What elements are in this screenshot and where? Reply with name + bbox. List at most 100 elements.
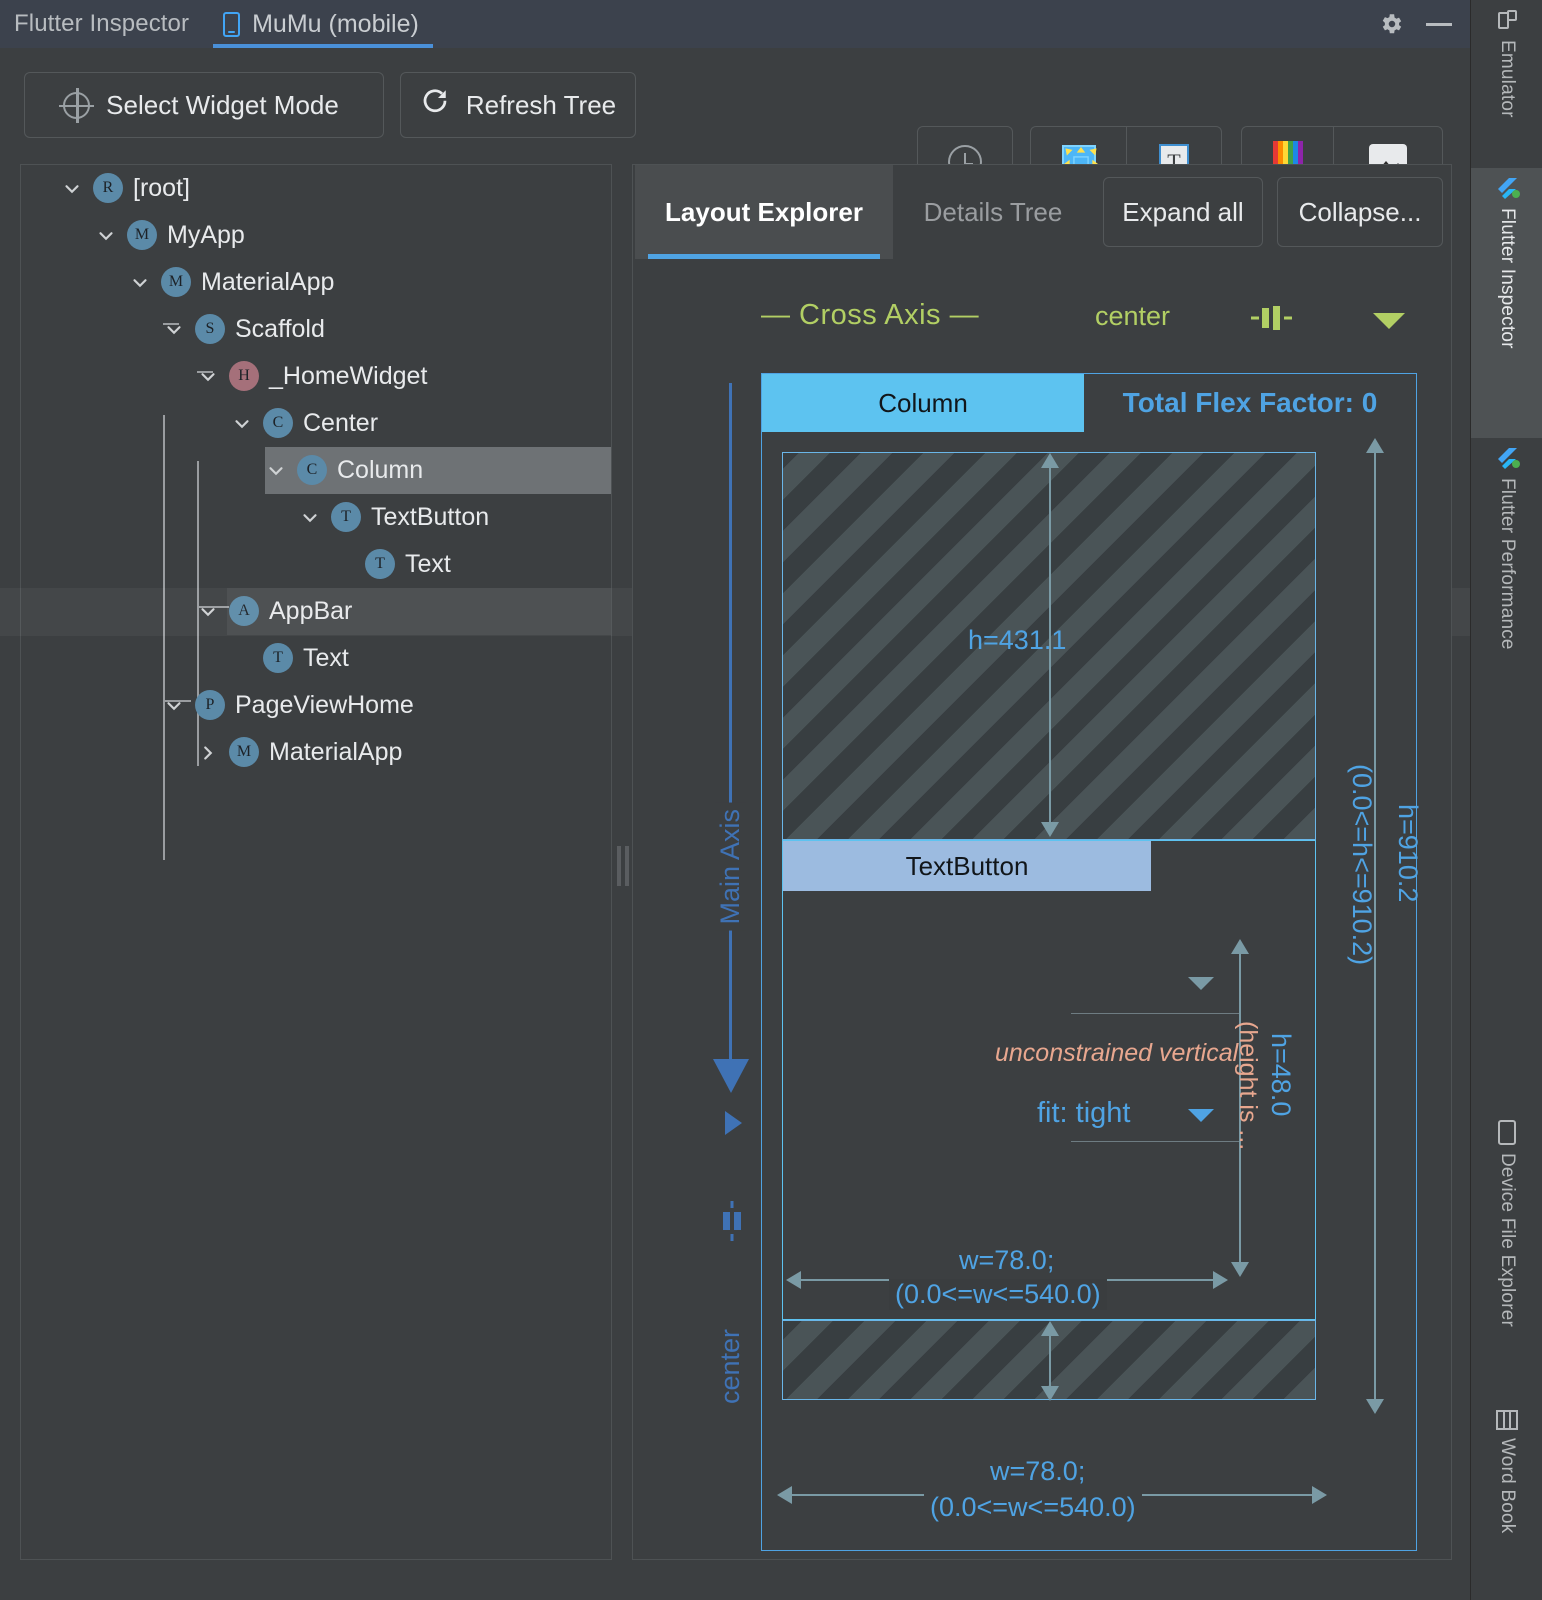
- tree-node-text[interactable]: T Text: [21, 541, 611, 588]
- tree-node-scaffold[interactable]: S Scaffold: [21, 306, 611, 353]
- cross-axis-title: — Cross Axis —: [761, 299, 980, 331]
- flutter-icon: [1494, 448, 1520, 470]
- toolstrip-item-emulator[interactable]: Emulator: [1471, 0, 1542, 168]
- tree-node-label: [root]: [133, 174, 190, 202]
- column-widget-box[interactable]: Column Total Flex Factor: 0 h=431.1 Text…: [761, 373, 1423, 1551]
- tree-node-materialapp[interactable]: M MaterialApp: [21, 259, 611, 306]
- tab-underline: [648, 254, 880, 259]
- tree-node-badge: T: [263, 643, 293, 673]
- main-axis-line: [729, 383, 732, 1063]
- explorer-tabs: Layout Explorer Details Tree Expand all …: [633, 165, 1451, 259]
- tree-node-pageviewhome[interactable]: P PageViewHome: [21, 682, 611, 729]
- tab-layout-explorer-label: Layout Explorer: [665, 196, 863, 227]
- chevron-down-icon[interactable]: [129, 272, 151, 294]
- collapse-all-label: Collapse...: [1298, 196, 1422, 227]
- spacer-bottom-height-arrow: [1041, 1321, 1059, 1401]
- fit-selector-value[interactable]: fit: tight: [1037, 1097, 1131, 1130]
- collapse-all-button[interactable]: Collapse...: [1277, 177, 1443, 247]
- tree-node-label: Center: [303, 409, 379, 437]
- textbutton-child-box[interactable]: TextButton unconstrained vertical fit: t…: [782, 840, 1316, 1320]
- target-icon: [59, 87, 95, 123]
- widget-tree-panel[interactable]: R [root] M MyApp M MaterialApp S Scaffold H _Home…: [20, 164, 612, 1560]
- cross-axis-header: — Cross Axis — center: [633, 291, 1451, 351]
- tree-node-label: AppBar: [269, 597, 353, 625]
- tree-node-badge: S: [195, 314, 225, 344]
- tree-node-textbutton[interactable]: T TextButton: [21, 494, 611, 541]
- tab-layout-explorer[interactable]: Layout Explorer: [635, 165, 893, 259]
- select-widget-mode-button[interactable]: Select Widget Mode: [24, 72, 384, 138]
- column-width-constraint: (0.0<=w<=540.0): [924, 1492, 1142, 1523]
- device-tab-mumu[interactable]: MuMu (mobile): [213, 0, 433, 48]
- panel-splitter-handle[interactable]: [614, 846, 630, 886]
- tree-node-column[interactable]: C Column: [265, 447, 611, 494]
- main-axis-rail: Main Axis center: [691, 383, 771, 1513]
- chevron-down-icon[interactable]: [299, 507, 321, 529]
- chevron-down-icon[interactable]: [61, 178, 83, 200]
- chevron-down-icon[interactable]: [197, 601, 219, 623]
- fit-chevron-down-icon[interactable]: [1188, 1109, 1214, 1122]
- main-axis-label: Main Axis: [715, 803, 746, 931]
- tree-node-label: PageViewHome: [235, 691, 414, 719]
- tree-node-materialapp[interactable]: M MaterialApp: [21, 729, 611, 776]
- tree-node-homewidget[interactable]: H _HomeWidget: [21, 353, 611, 400]
- column-header: Column Total Flex Factor: 0: [762, 374, 1416, 432]
- gear-icon[interactable]: [1378, 11, 1404, 37]
- textbutton-height-constraint: (height is ...: [1234, 1021, 1262, 1151]
- titlebar: Flutter Inspector MuMu (mobile): [0, 0, 1470, 48]
- app-title: Flutter Inspector: [14, 10, 190, 37]
- textbutton-width-label: w=78.0;: [959, 1245, 1055, 1275]
- tree-node-badge: T: [331, 502, 361, 532]
- column-child-spacer-bottom: [782, 1320, 1316, 1401]
- toolstrip-item-device-file-explorer[interactable]: Device File Explorer: [1471, 1110, 1542, 1370]
- tree-node-badge: M: [229, 737, 259, 767]
- tree-node-label: Scaffold: [235, 315, 325, 343]
- refresh-tree-button[interactable]: Refresh Tree: [400, 72, 636, 138]
- expand-all-label: Expand all: [1122, 196, 1244, 227]
- tree-node-text[interactable]: T Text: [21, 635, 611, 682]
- inspector-toolbar: Select Widget Mode Refresh Tree T: [0, 48, 1470, 198]
- unconstrained-vertical-note: unconstrained vertical: [995, 1039, 1239, 1067]
- tree-node-label: TextButton: [371, 503, 490, 531]
- column-height-label: h=910.2: [1393, 804, 1423, 903]
- tree-node-badge: M: [127, 220, 157, 250]
- chevron-right-icon[interactable]: [197, 742, 219, 764]
- tree-node-appbar[interactable]: A AppBar: [201, 588, 611, 635]
- chevron-down-icon[interactable]: [95, 225, 117, 247]
- toolstrip-item-word-book[interactable]: Word Book: [1471, 1400, 1542, 1570]
- chevron-down-icon[interactable]: [197, 366, 219, 388]
- toolstrip-item-label: Flutter Performance: [1497, 478, 1518, 650]
- tree-node-root[interactable]: R [root]: [21, 165, 611, 212]
- chevron-down-icon[interactable]: [265, 460, 287, 482]
- expand-all-button[interactable]: Expand all: [1103, 177, 1263, 247]
- cross-axis-alignment-value[interactable]: center: [1095, 301, 1170, 332]
- tree-node-label: MaterialApp: [269, 738, 403, 766]
- column-name-chip: Column: [762, 374, 1084, 432]
- select-widget-mode-label: Select Widget Mode: [106, 89, 339, 120]
- toolstrip-item-label: Device File Explorer: [1497, 1153, 1518, 1327]
- tab-details-tree[interactable]: Details Tree: [893, 165, 1093, 259]
- tree-node-center[interactable]: C Center: [21, 400, 611, 447]
- device-tab-label: MuMu (mobile): [252, 9, 419, 38]
- tree-node-label: Column: [337, 456, 424, 484]
- toolstrip-item-flutter-performance[interactable]: Flutter Performance: [1471, 438, 1542, 738]
- chevron-down-icon[interactable]: [231, 413, 253, 435]
- flutter-icon: [1494, 178, 1520, 200]
- toolstrip-item-flutter-inspector[interactable]: Flutter Inspector: [1471, 168, 1542, 438]
- titlebar-controls: [1378, 11, 1470, 37]
- emulator-icon: [1496, 10, 1518, 32]
- tree-node-badge: M: [161, 267, 191, 297]
- cross-axis-center-icon: [1251, 303, 1293, 333]
- main-axis-alignment-value[interactable]: center: [715, 1329, 746, 1404]
- fit-underline: [1071, 1141, 1241, 1142]
- tree-node-myapp[interactable]: M MyApp: [21, 212, 611, 259]
- minimize-icon[interactable]: [1426, 22, 1452, 26]
- cross-axis-chevron-down-icon[interactable]: [1373, 313, 1405, 329]
- textbutton-height-label: h=48.0: [1266, 1033, 1296, 1117]
- chevron-down-icon[interactable]: [163, 695, 185, 717]
- play-icon: [725, 1111, 742, 1135]
- main-axis-center-icon: [721, 1201, 743, 1241]
- chevron-down-icon[interactable]: [163, 319, 185, 341]
- flex-underline: [1071, 1013, 1241, 1014]
- flex-chevron-down-icon[interactable]: [1188, 977, 1214, 990]
- tree-node-badge: C: [297, 455, 327, 485]
